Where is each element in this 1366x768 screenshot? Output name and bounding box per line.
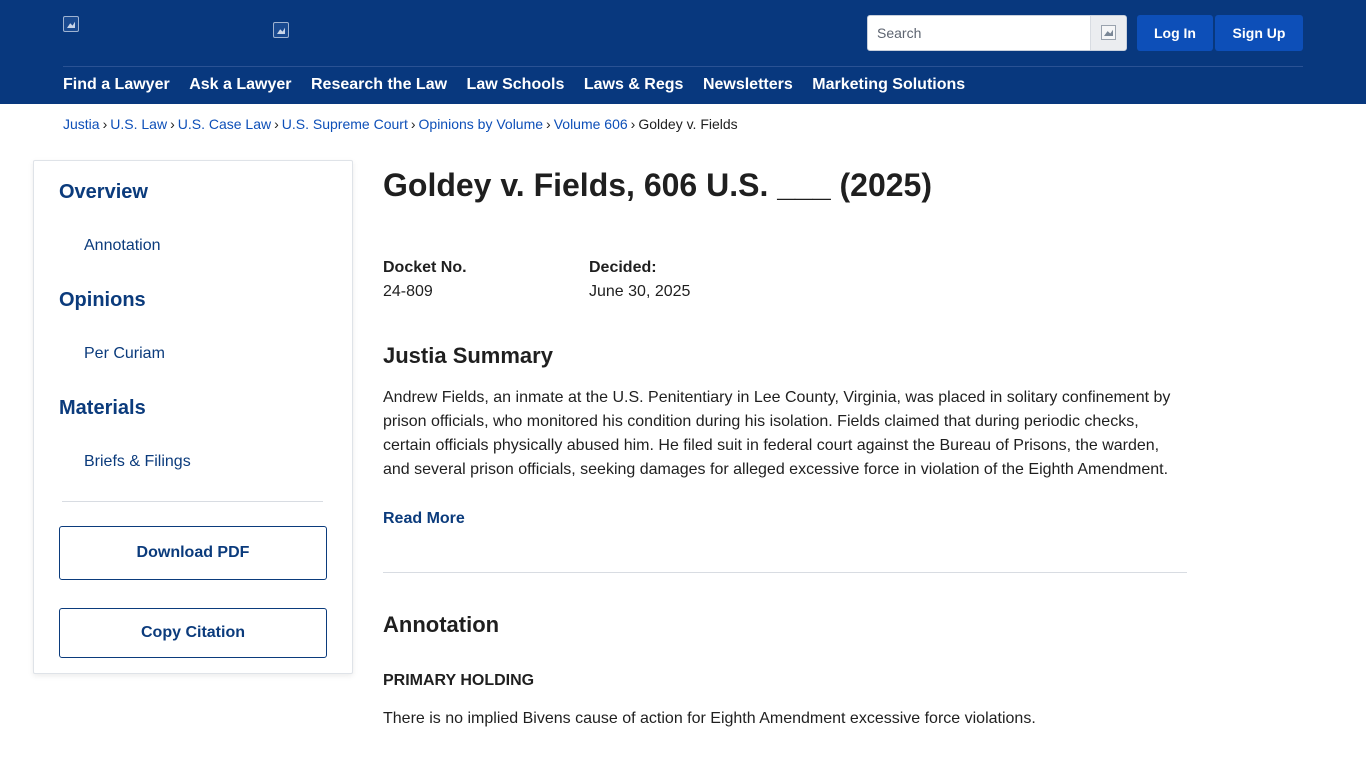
breadcrumb-separator: ›	[410, 116, 416, 132]
breadcrumb-us-law[interactable]: U.S. Law	[110, 116, 167, 132]
search-button[interactable]	[1090, 16, 1126, 50]
main-nav: Find a Lawyer Ask a Lawyer Research the …	[63, 75, 985, 97]
nav-research-the-law[interactable]: Research the Law	[311, 75, 447, 97]
annotation-heading: Annotation	[383, 612, 500, 637]
copy-citation-button[interactable]: Copy Citation	[59, 608, 327, 658]
breadcrumb-separator: ›	[630, 116, 636, 132]
breadcrumb-separator: ›	[274, 116, 279, 132]
sidebar-opinions-heading[interactable]: Opinions	[59, 288, 146, 312]
breadcrumb-separator: ›	[102, 116, 108, 132]
nav-marketing-solutions[interactable]: Marketing Solutions	[812, 75, 965, 97]
search-box	[867, 15, 1127, 51]
sidebar-materials-heading[interactable]: Materials	[59, 396, 146, 420]
summary-heading: Justia Summary	[383, 343, 553, 368]
secondary-logo-icon[interactable]	[273, 22, 289, 38]
primary-holding-text: There is no implied Bivens cause of acti…	[383, 710, 1036, 727]
summary-text: Andrew Fields, an inmate at the U.S. Pen…	[383, 389, 1171, 478]
login-button[interactable]: Log In	[1137, 15, 1213, 51]
breadcrumb-justia[interactable]: Justia	[63, 116, 100, 132]
breadcrumb-volume-606[interactable]: Volume 606	[554, 116, 628, 132]
docket-label: Docket No.	[383, 259, 467, 276]
nav-ask-a-lawyer[interactable]: Ask a Lawyer	[189, 75, 291, 97]
nav-find-a-lawyer[interactable]: Find a Lawyer	[63, 75, 170, 97]
sidebar-divider	[62, 501, 323, 502]
sidebar-overview-heading[interactable]: Overview	[59, 180, 148, 204]
breadcrumb-us-supreme-court[interactable]: U.S. Supreme Court	[282, 116, 408, 132]
decided-value: June 30, 2025	[589, 283, 691, 300]
breadcrumb: Justia › U.S. Law › U.S. Case Law › U.S. Supre…	[63, 116, 738, 133]
sidebar-annotation-link[interactable]: Annotation	[84, 236, 161, 256]
nav-newsletters[interactable]: Newsletters	[703, 75, 793, 97]
search-icon	[1101, 25, 1116, 40]
breadcrumb-opinions-by-volume[interactable]: Opinions by Volume	[419, 116, 544, 132]
sidebar-briefs-filings-link[interactable]: Briefs & Filings	[84, 452, 191, 472]
breadcrumb-us-case-law[interactable]: U.S. Case Law	[178, 116, 271, 132]
breadcrumb-separator: ›	[546, 116, 551, 132]
read-more-link[interactable]: Read More	[383, 510, 465, 528]
content-divider	[383, 572, 1187, 573]
breadcrumb-separator: ›	[170, 116, 175, 132]
decided-label: Decided:	[589, 259, 657, 276]
site-header: Log In Sign Up Find a Lawyer Ask a Lawye…	[0, 0, 1366, 104]
nav-law-schools[interactable]: Law Schools	[467, 75, 565, 97]
search-input[interactable]	[868, 16, 1092, 50]
primary-holding-label: PRIMARY HOLDING	[383, 672, 535, 689]
sidebar-per-curiam-link[interactable]: Per Curiam	[84, 344, 165, 364]
justia-logo-icon[interactable]	[63, 16, 79, 32]
header-divider	[63, 66, 1303, 67]
breadcrumb-current: Goldey v. Fields	[638, 116, 738, 132]
signup-button[interactable]: Sign Up	[1215, 15, 1303, 51]
case-sidebar: Overview Annotation Opinions Per Curiam …	[33, 160, 353, 674]
docket-value: 24-809	[383, 283, 433, 300]
page-title: Goldey v. Fields, 606 U.S. ___ (2025)	[383, 167, 932, 203]
download-pdf-button[interactable]: Download PDF	[59, 526, 327, 580]
nav-laws-regs[interactable]: Laws & Regs	[584, 75, 684, 97]
